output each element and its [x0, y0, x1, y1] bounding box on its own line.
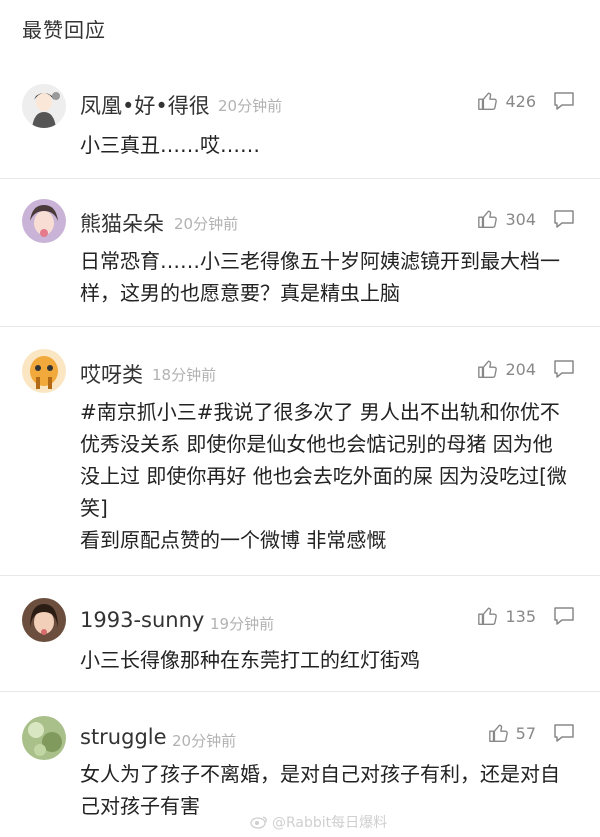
- comment-bubble-icon: [554, 210, 574, 228]
- timestamp: 20分钟前: [218, 97, 283, 115]
- reply-button[interactable]: [552, 605, 576, 627]
- avatar-image: [22, 598, 66, 642]
- timestamp: 20分钟前: [172, 732, 237, 750]
- avatar-image: [22, 349, 66, 393]
- reply-button[interactable]: [552, 722, 576, 744]
- like-count: 426: [505, 91, 536, 111]
- comment-bubble-icon: [554, 724, 574, 742]
- comment-item: 哎呀类 18分钟前 204 #南京抓小三#我说了很多次了 男人出不出轨和你优不优…: [0, 327, 600, 576]
- like-count: 135: [505, 606, 536, 626]
- thumbs-up-icon: [478, 210, 498, 228]
- comment-item: 凤凰•好•得很 20分钟前 426 小三真丑……哎……: [0, 72, 600, 179]
- avatar[interactable]: [22, 84, 66, 128]
- like-button[interactable]: 135: [477, 605, 536, 627]
- timestamp: 19分钟前: [210, 615, 275, 633]
- comment-bubble-icon: [554, 92, 574, 110]
- avatar[interactable]: [22, 199, 66, 243]
- watermark: @Rabbit每日爆料: [250, 812, 387, 832]
- avatar[interactable]: [22, 716, 66, 760]
- section-title: 最赞回应: [22, 18, 106, 42]
- watermark-text: @Rabbit每日爆料: [272, 815, 388, 831]
- thumbs-up-icon: [478, 92, 498, 110]
- username[interactable]: 哎呀类: [80, 359, 143, 389]
- comment-item: 熊猫朵朵 20分钟前 304 日常恐育……小三老得像五十岁阿姨滤镜开到最大档一样…: [0, 179, 600, 327]
- avatar-image: [22, 716, 66, 760]
- weibo-logo-icon: [250, 816, 267, 829]
- timestamp: 20分钟前: [174, 215, 239, 233]
- like-button[interactable]: 204: [477, 358, 536, 380]
- avatar[interactable]: [22, 598, 66, 642]
- comment-text: #南京抓小三#我说了很多次了 男人出不出轨和你优不优秀没关系 即使你是仙女他也会…: [80, 400, 567, 552]
- timestamp: 18分钟前: [152, 366, 217, 384]
- thumbs-up-icon: [478, 360, 498, 378]
- like-button[interactable]: 426: [477, 90, 536, 112]
- comment-bubble-icon: [554, 360, 574, 378]
- like-button[interactable]: 304: [477, 208, 536, 230]
- username[interactable]: 熊猫朵朵: [80, 208, 164, 238]
- reply-button[interactable]: [552, 358, 576, 380]
- username[interactable]: 1993-sunny: [80, 608, 204, 632]
- avatar-image: [22, 84, 66, 128]
- comment-text: 日常恐育……小三老得像五十岁阿姨滤镜开到最大档一样，这男的也愿意要？真是精虫上脑: [80, 249, 560, 305]
- like-count: 204: [505, 359, 536, 379]
- avatar[interactable]: [22, 349, 66, 393]
- reply-button[interactable]: [552, 208, 576, 230]
- like-count: 57: [515, 723, 536, 743]
- comment-bubble-icon: [554, 607, 574, 625]
- comment-item: 1993-sunny 19分钟前 135 小三长得像那种在东莞打工的红灯街鸡: [0, 576, 600, 692]
- like-button[interactable]: 57: [488, 722, 536, 744]
- reply-button[interactable]: [552, 90, 576, 112]
- like-count: 304: [505, 209, 536, 229]
- comment-text: 小三长得像那种在东莞打工的红灯街鸡: [80, 648, 420, 672]
- thumbs-up-icon: [478, 607, 498, 625]
- avatar-image: [22, 199, 66, 243]
- comment-text: 小三真丑……哎……: [80, 133, 260, 157]
- thumbs-up-icon: [488, 724, 508, 742]
- username[interactable]: 凤凰•好•得很: [80, 90, 210, 120]
- username[interactable]: struggle: [80, 725, 167, 749]
